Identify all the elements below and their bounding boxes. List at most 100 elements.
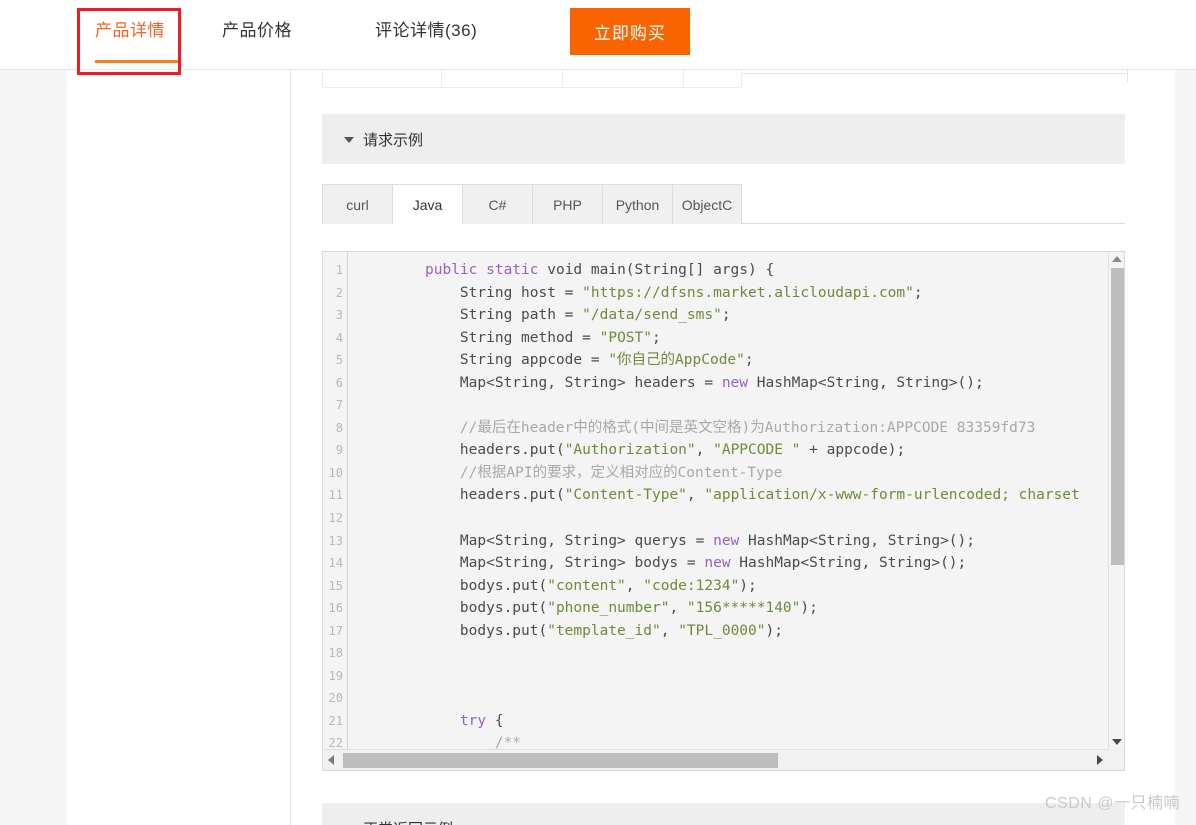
line-number: 9 [335,443,343,458]
language-tab-list: curl Java C# PHP Python ObjectC [322,184,1125,225]
code-line: String appcode = "你自己的AppCode"; [349,349,1109,372]
line-number: 17 [328,623,343,638]
scroll-up-button[interactable] [1109,252,1124,266]
code-token: HashMap<String, String>(); [730,555,967,572]
code-line: String method = "POST"; [349,327,1109,350]
scroll-left-button[interactable] [324,750,338,770]
scrollbar-corner [1108,749,1124,770]
code-line: headers.put("Content-Type", "application… [349,484,1109,507]
code-token: "156*****140" [686,600,801,617]
caret-down-icon [344,137,354,143]
code-token: ; [721,307,731,324]
code-line: bodys.put("content", "code:1234"); [349,575,1109,598]
page-root: 接受短信的手机号码 模板ID：代表整体短信文案模板 产品详情 产品价格 评论详情… [0,0,1196,825]
active-tab-underline [95,60,179,63]
code-token: ); [800,600,818,617]
line-number: 13 [328,533,343,548]
line-number: 20 [328,691,343,706]
code-vertical-scrollbar[interactable] [1108,252,1124,749]
line-number: 16 [328,601,343,616]
lang-tab-java[interactable]: Java [392,184,462,225]
code-line: String host = "https://dfsns.market.alic… [349,282,1109,305]
code-token: , [660,622,679,639]
line-number: 8 [335,420,343,435]
lang-tab-csharp[interactable]: C# [462,184,532,224]
code-line: /** [349,732,1109,749]
code-token: bodys.put( [425,600,548,617]
code-content[interactable]: public static void main(String[] args) {… [349,252,1109,749]
code-token: headers.put( [425,442,565,459]
line-number: 18 [328,646,343,661]
code-token: void main(String[] args) { [538,262,775,278]
code-token: "content" [547,577,626,594]
code-token: ; [652,329,661,346]
code-horizontal-scrollbar[interactable] [323,749,1124,770]
tab-product-details[interactable]: 产品详情 [95,16,165,41]
line-number: 1 [335,263,343,277]
lang-tab-objectc[interactable]: ObjectC [672,184,742,224]
code-token: //最后在header中的格式(中间是英文空格)为Authorization:A… [425,419,1036,436]
code-token: + appcode); [800,442,906,459]
code-token: new [721,374,749,391]
code-token: try [459,712,487,729]
code-token: Map<String, String> headers = [425,374,722,391]
code-token: Map<String, String> bodys = [425,555,705,572]
triangle-down-icon [1112,739,1122,745]
vertical-scroll-thumb[interactable] [1111,268,1124,565]
lang-tab-curl[interactable]: curl [322,184,392,224]
code-token: "TPL_0000" [678,622,766,639]
code-line: Map<String, String> headers = new HashMa… [349,372,1109,395]
triangle-right-icon [1097,755,1103,765]
code-token: "code:1234" [643,577,740,594]
code-token: //根据API的要求，定义相对应的Content-Type [425,464,783,481]
code-line: headers.put("Authorization", "APPCODE " … [349,439,1109,462]
line-number: 4 [335,330,343,345]
lang-tab-php[interactable]: PHP [532,184,602,224]
line-number: 19 [328,668,343,683]
code-token: public static [425,262,539,278]
section-title: 请求示例 [363,131,424,149]
code-token: "application/x-www-form-urlencoded; char… [704,487,1080,504]
code-token: bodys.put( [425,622,548,639]
request-example-section: 请求示例 [322,114,1125,164]
code-sample-viewer: 1234567891011121314151617181920212223242… [322,251,1125,771]
scroll-right-button[interactable] [1093,750,1107,770]
code-token: "phone_number" [547,600,670,617]
section-header-normal-response[interactable]: 正常返回示例 [322,803,1125,825]
code-token: , [686,487,705,504]
code-token: , [695,442,714,459]
scroll-down-button[interactable] [1109,735,1124,749]
code-line: try { [349,710,1109,733]
line-number: 14 [328,556,343,571]
lang-tab-python[interactable]: Python [602,184,672,224]
code-line: Map<String, String> bodys = new HashMap<… [349,552,1109,575]
buy-now-button[interactable]: 立即购买 [570,8,690,55]
code-token: ; [744,352,754,369]
code-token: bodys.put( [425,577,548,594]
code-token: "你自己的AppCode" [608,352,745,369]
code-token: "APPCODE " [713,442,801,459]
tab-reviews[interactable]: 评论详情(36) [375,16,477,41]
code-line: //最后在header中的格式(中间是英文空格)为Authorization:A… [349,417,1109,440]
code-token: headers.put( [425,487,565,504]
product-tab-bar: 产品详情 产品价格 评论详情(36) 立即购买 [0,0,1196,70]
code-token: { [486,712,504,729]
horizontal-scroll-thumb[interactable] [343,753,778,768]
code-token: "/data/send_sms" [582,307,722,324]
code-token: "POST" [599,329,652,346]
code-token: new [704,555,731,572]
section-header-request-example[interactable]: 请求示例 [322,114,1125,164]
line-number: 21 [328,713,343,728]
code-token: String appcode = [425,352,609,369]
tab-product-price[interactable]: 产品价格 [222,16,292,41]
triangle-up-icon [1112,256,1122,262]
code-token: HashMap<String, String>(); [739,532,975,549]
line-number: 7 [335,398,343,413]
code-token: "template_id" [547,622,661,639]
code-line: Map<String, String> querys = new HashMap… [349,530,1109,553]
line-number: 2 [335,285,343,300]
